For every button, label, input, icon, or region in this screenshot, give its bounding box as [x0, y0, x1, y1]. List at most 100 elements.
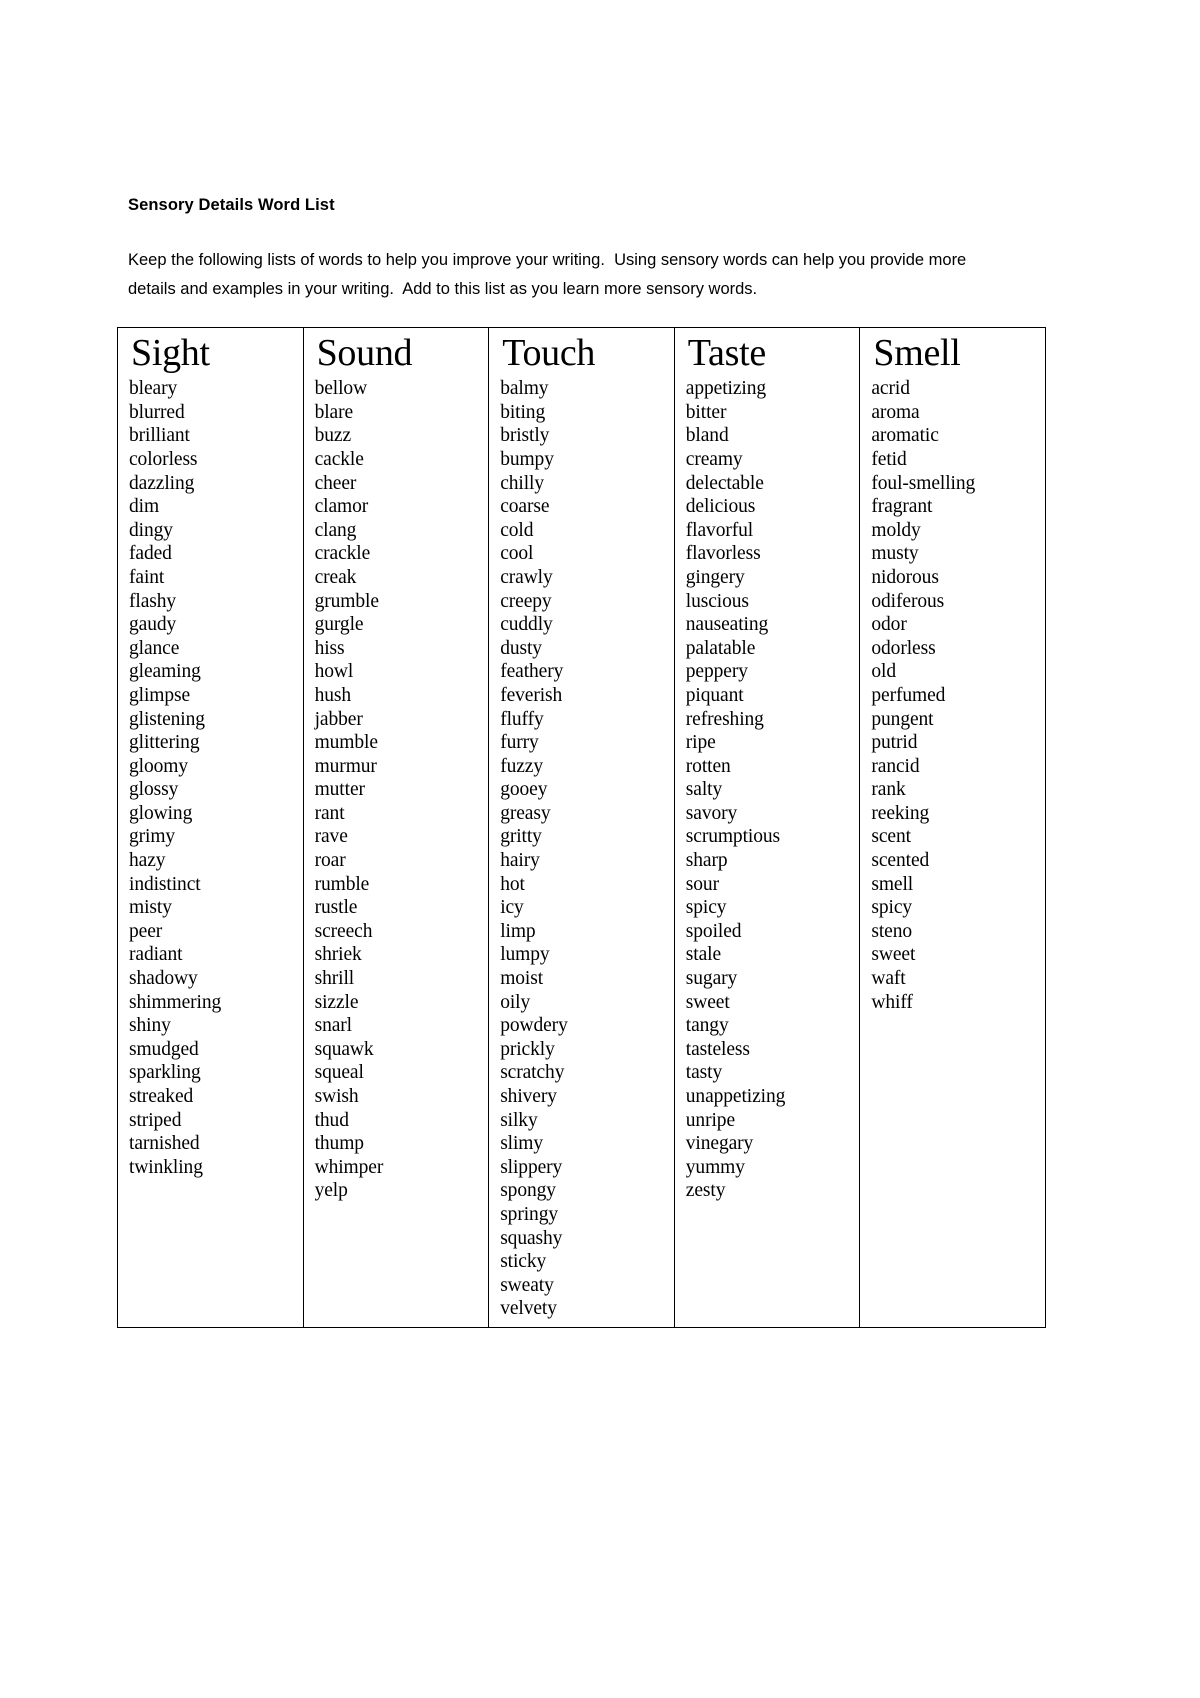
word-item: dusty [500, 637, 542, 659]
word-item: glimpse [129, 684, 191, 706]
word-item: rumble [314, 873, 370, 895]
word-item: coarse [500, 496, 550, 518]
word-item: slippery [500, 1156, 563, 1178]
word-item: sugary [685, 968, 738, 990]
word-item: scent [871, 826, 911, 848]
word-list-touch: balmy biting bristly bumpy chilly coarse cold c… [500, 377, 674, 1321]
word-item: hiss [314, 637, 345, 659]
word-item: dingy [129, 519, 173, 541]
word-item: sticky [500, 1251, 547, 1273]
word-list-sight: bleary blurred brilliant colorless dazzling d… [129, 377, 303, 1179]
word-item: flashy [129, 590, 177, 612]
table-row: Sight bleary blurred brilliant colorless daz… [117, 326, 1046, 1328]
word-item: indistinct [129, 873, 201, 895]
word-item: twinkling [129, 1156, 203, 1178]
word-item: stale [685, 944, 722, 966]
word-item: palatable [685, 637, 756, 659]
word-item: luscious [685, 590, 749, 612]
word-item: rank [871, 779, 906, 801]
word-item: yummy [685, 1156, 745, 1178]
word-item: perfumed [871, 684, 946, 706]
column-taste: Taste appetizing bitter bland creamy delecta… [673, 326, 861, 1328]
word-item: ripe [685, 732, 716, 754]
word-item: creak [314, 566, 357, 588]
word-item: mumble [314, 732, 378, 754]
word-item: steno [871, 920, 913, 942]
column-sound: Sound bellow blare buzz cackle cheer clamor cl… [302, 326, 490, 1328]
word-item: lumpy [500, 944, 550, 966]
word-item: putrid [871, 732, 918, 754]
word-item: moist [500, 968, 544, 990]
word-item: shimmering [129, 991, 222, 1013]
word-item: faint [129, 566, 165, 588]
word-item: clang [314, 519, 357, 541]
word-item: gingery [685, 566, 745, 588]
word-item: squashy [500, 1227, 563, 1249]
word-item: striped [129, 1109, 182, 1131]
word-item: dim [129, 496, 160, 518]
column-header-smell: Smell [873, 331, 961, 374]
word-item: gritty [500, 826, 542, 848]
word-item: shiny [129, 1015, 171, 1037]
word-item: fragrant [871, 496, 933, 518]
word-item: sweet [871, 944, 916, 966]
word-item: rant [314, 802, 345, 824]
word-item: bleary [129, 378, 178, 400]
word-item: rancid [871, 755, 920, 777]
word-item: gooey [500, 779, 548, 801]
word-item: oily [500, 991, 531, 1013]
word-item: powdery [500, 1015, 568, 1037]
word-item: colorless [129, 448, 198, 470]
word-item: cold [500, 519, 534, 541]
word-item: creamy [685, 448, 743, 470]
word-item: prickly [500, 1038, 555, 1060]
word-item: chilly [500, 472, 544, 494]
word-item: salty [685, 779, 723, 801]
word-item: blurred [129, 401, 185, 423]
word-item: shrill [314, 968, 355, 990]
word-item: creepy [500, 590, 552, 612]
document-content: Sensory Details Word List Keep the follo… [117, 196, 1046, 1328]
word-item: thump [314, 1133, 364, 1155]
word-item: moldy [871, 519, 921, 541]
word-item: murmur [314, 755, 377, 777]
word-item: squawk [314, 1038, 374, 1060]
word-item: thud [314, 1109, 349, 1131]
column-smell: Smell acrid aroma aromatic fetid foul-smelli… [859, 326, 1046, 1328]
word-item: vinegary [685, 1133, 754, 1155]
word-list-taste: appetizing bitter bland creamy delectable del… [686, 377, 860, 1203]
word-item: smudged [129, 1038, 199, 1060]
word-item: hot [500, 873, 525, 895]
word-item: peer [129, 920, 163, 942]
word-item: peppery [685, 661, 748, 683]
word-item: zesty [685, 1180, 726, 1202]
word-item: buzz [314, 425, 352, 447]
word-item: tangy [685, 1015, 729, 1037]
word-item: sharp [685, 850, 728, 872]
word-item: snarl [314, 1015, 353, 1037]
word-item: spongy [500, 1180, 556, 1202]
word-item: tasty [685, 1062, 723, 1084]
word-item: smell [871, 873, 914, 895]
column-header-sound: Sound [316, 331, 413, 374]
word-item: streaked [129, 1086, 194, 1108]
word-item: hush [314, 684, 352, 706]
word-list-smell: acrid aroma aromatic fetid foul-smelling frag… [871, 377, 1045, 1014]
word-item: bitter [685, 401, 727, 423]
word-item: sizzle [314, 991, 359, 1013]
word-item: spicy [871, 897, 913, 919]
word-item: aroma [871, 401, 920, 423]
word-item: tasteless [685, 1038, 750, 1060]
word-item: nidorous [871, 566, 939, 588]
word-item: screech [314, 920, 373, 942]
word-item: cool [500, 543, 534, 565]
word-item: glance [129, 637, 180, 659]
page-title: Sensory Details Word List [128, 196, 335, 214]
word-item: waft [871, 968, 906, 990]
word-item: flavorful [685, 519, 754, 541]
word-item: appetizing [685, 378, 766, 400]
intro-paragraph: Keep the following lists of words to hel… [128, 250, 971, 299]
word-item: shadowy [129, 968, 198, 990]
word-item: glossy [129, 779, 179, 801]
word-item: reeking [871, 802, 930, 824]
